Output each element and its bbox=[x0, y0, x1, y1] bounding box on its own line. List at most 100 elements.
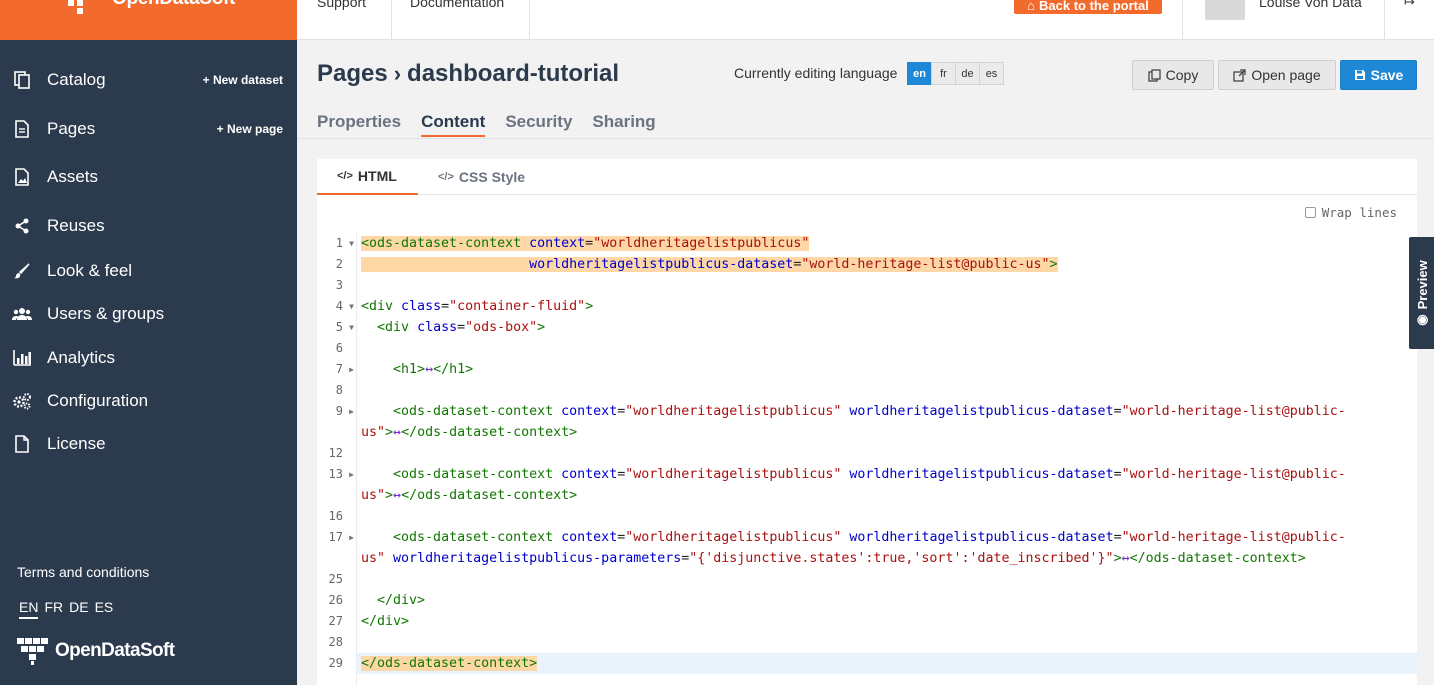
lang-en-button[interactable]: en bbox=[907, 62, 932, 85]
preview-toggle[interactable]: ◉ Preview bbox=[1409, 237, 1434, 349]
back-to-portal-button[interactable]: ⌂ Back to the portal bbox=[1014, 0, 1162, 14]
lang-es-button[interactable]: es bbox=[979, 62, 1004, 85]
share-icon bbox=[12, 216, 32, 236]
breadcrumb: Pages › dashboard-tutorial bbox=[317, 60, 619, 88]
tab-css-style[interactable]: </> CSS Style bbox=[418, 159, 545, 195]
code-line: us" worldheritagelistpublicus-parameters… bbox=[361, 551, 1306, 566]
wrap-lines-toggle[interactable]: Wrap lines bbox=[1304, 205, 1397, 220]
line-number: 2 bbox=[335, 257, 343, 271]
lang-es-link[interactable]: ES bbox=[95, 599, 114, 619]
open-page-button[interactable]: Open page bbox=[1218, 60, 1336, 90]
line-number-gutter: 1 ▼ 2 3 4 ▼ 5 ▼ 6 7 ▶ 8 9 ▶ 12 13 ▶ 16 17 ▶ 25 … bbox=[317, 233, 357, 685]
code-line: <ods-dataset-context context="worldherit… bbox=[361, 236, 810, 251]
sidebar-item-analytics[interactable]: Analytics bbox=[0, 340, 297, 376]
code-line: <ods-dataset-context context="worldherit… bbox=[393, 404, 1346, 419]
file-icon bbox=[12, 434, 32, 454]
new-dataset-link[interactable]: + New dataset bbox=[203, 73, 283, 87]
fold-arrow-icon[interactable]: ▶ bbox=[349, 527, 354, 548]
sidebar-item-catalog[interactable]: Catalog + New dataset bbox=[0, 62, 297, 98]
tab-security[interactable]: Security bbox=[505, 112, 572, 137]
terms-link[interactable]: Terms and conditions bbox=[17, 564, 149, 580]
tab-html[interactable]: </> HTML bbox=[317, 159, 418, 195]
top-bar: Support Documentation ⌂ Back to the port… bbox=[297, 0, 1434, 40]
footer-brand-name: OpenDataSoft bbox=[55, 640, 175, 661]
footer-logo[interactable]: OpenDataSoft bbox=[17, 636, 175, 666]
line-number: 7 ▶ bbox=[317, 359, 357, 380]
support-link[interactable]: Support bbox=[317, 0, 366, 10]
fold-arrow-icon[interactable]: ▶ bbox=[349, 464, 354, 485]
sidebar: OpenDataSoft Catalog + New dataset Pages… bbox=[0, 0, 297, 685]
fold-arrow-icon[interactable]: ▼ bbox=[349, 296, 354, 317]
open-page-label: Open page bbox=[1251, 67, 1321, 83]
sidebar-item-label: Catalog bbox=[47, 70, 106, 89]
breadcrumb-root[interactable]: Pages bbox=[317, 60, 388, 88]
tab-html-label: HTML bbox=[357, 168, 397, 184]
home-icon: ⌂ bbox=[1027, 0, 1036, 13]
lang-de-link[interactable]: DE bbox=[69, 599, 88, 619]
user-name[interactable]: Louise Von Data bbox=[1259, 0, 1362, 10]
code-line: </div> bbox=[377, 593, 426, 608]
line-number: 6 bbox=[335, 341, 343, 355]
tab-sharing[interactable]: Sharing bbox=[592, 112, 655, 137]
sidebar-item-users-groups[interactable]: Users & groups bbox=[0, 296, 297, 332]
sidebar-item-pages[interactable]: Pages + New page bbox=[0, 111, 297, 147]
copy-icon bbox=[1148, 68, 1161, 82]
line-number: 4 ▼ bbox=[317, 296, 357, 317]
code-icon: </> bbox=[438, 171, 454, 183]
divider bbox=[1182, 0, 1183, 40]
brush-icon bbox=[12, 261, 32, 281]
sidebar-item-assets[interactable]: Assets bbox=[0, 159, 297, 195]
lang-de-button[interactable]: de bbox=[955, 62, 980, 85]
tab-css-label: CSS Style bbox=[458, 169, 526, 185]
divider bbox=[1384, 0, 1385, 40]
lang-en-link[interactable]: EN bbox=[19, 599, 39, 619]
lang-fr-button[interactable]: fr bbox=[931, 62, 956, 85]
line-number: 17 ▶ bbox=[317, 527, 357, 548]
code-line: worldheritagelistpublicus-dataset="world… bbox=[361, 254, 1058, 275]
line-number: 16 bbox=[328, 509, 343, 523]
editing-language-label: Currently editing language bbox=[734, 65, 898, 81]
fold-arrow-icon[interactable]: ▼ bbox=[349, 317, 354, 338]
brand-bar[interactable]: OpenDataSoft bbox=[0, 0, 297, 40]
fold-arrow-icon[interactable]: ▶ bbox=[349, 401, 354, 422]
code-line: <div class="ods-box"> bbox=[377, 320, 546, 335]
logout-icon[interactable]: ↦ bbox=[1404, 0, 1415, 10]
bar-chart-icon bbox=[12, 348, 32, 368]
users-icon bbox=[12, 304, 32, 324]
copy-button[interactable]: Copy bbox=[1132, 60, 1214, 90]
sidebar-item-label: License bbox=[47, 434, 106, 453]
sidebar-item-reuses[interactable]: Reuses bbox=[0, 208, 297, 244]
fold-arrow-icon[interactable]: ▶ bbox=[349, 359, 354, 380]
save-label: Save bbox=[1370, 67, 1404, 83]
line-number: 27 bbox=[328, 614, 343, 628]
new-page-link[interactable]: + New page bbox=[217, 122, 283, 136]
sidebar-item-configuration[interactable]: Configuration bbox=[0, 383, 297, 419]
avatar[interactable] bbox=[1205, 0, 1245, 20]
chevron-right-icon: › bbox=[393, 61, 402, 86]
tab-content[interactable]: Content bbox=[421, 112, 486, 137]
page-icon bbox=[12, 119, 32, 139]
divider bbox=[529, 0, 530, 40]
page-title: dashboard-tutorial bbox=[407, 60, 620, 87]
code-editor[interactable]: 1 ▼ 2 3 4 ▼ 5 ▼ 6 7 ▶ 8 9 ▶ 12 13 ▶ 16 17 ▶ 25 … bbox=[317, 233, 1417, 685]
fold-arrow-icon[interactable]: ▼ bbox=[349, 233, 354, 254]
sidebar-item-license[interactable]: License bbox=[0, 426, 297, 462]
documentation-link[interactable]: Documentation bbox=[410, 0, 504, 10]
back-to-portal-label: Back to the portal bbox=[1039, 0, 1149, 13]
editor-tabs: </> HTML </> CSS Style bbox=[317, 159, 1417, 195]
wrap-lines-label: Wrap lines bbox=[1321, 205, 1397, 220]
logo-icon bbox=[17, 638, 48, 665]
tab-properties[interactable]: Properties bbox=[317, 112, 401, 137]
divider bbox=[391, 0, 392, 40]
line-number: 5 ▼ bbox=[317, 317, 357, 338]
lang-fr-link[interactable]: FR bbox=[44, 599, 63, 619]
line-number: 26 bbox=[328, 593, 343, 607]
line-number: 3 bbox=[335, 278, 343, 292]
wrap-lines-checkbox[interactable] bbox=[1304, 207, 1316, 218]
sidebar-item-look-and-feel[interactable]: Look & feel bbox=[0, 253, 297, 289]
editor-panel: </> HTML </> CSS Style Wrap lines 1 ▼ 2 3… bbox=[317, 159, 1417, 685]
save-button[interactable]: Save bbox=[1340, 60, 1417, 90]
line-number: 8 bbox=[335, 383, 343, 397]
code-line: <ods-dataset-context context="worldherit… bbox=[393, 467, 1346, 482]
image-icon bbox=[12, 167, 32, 187]
